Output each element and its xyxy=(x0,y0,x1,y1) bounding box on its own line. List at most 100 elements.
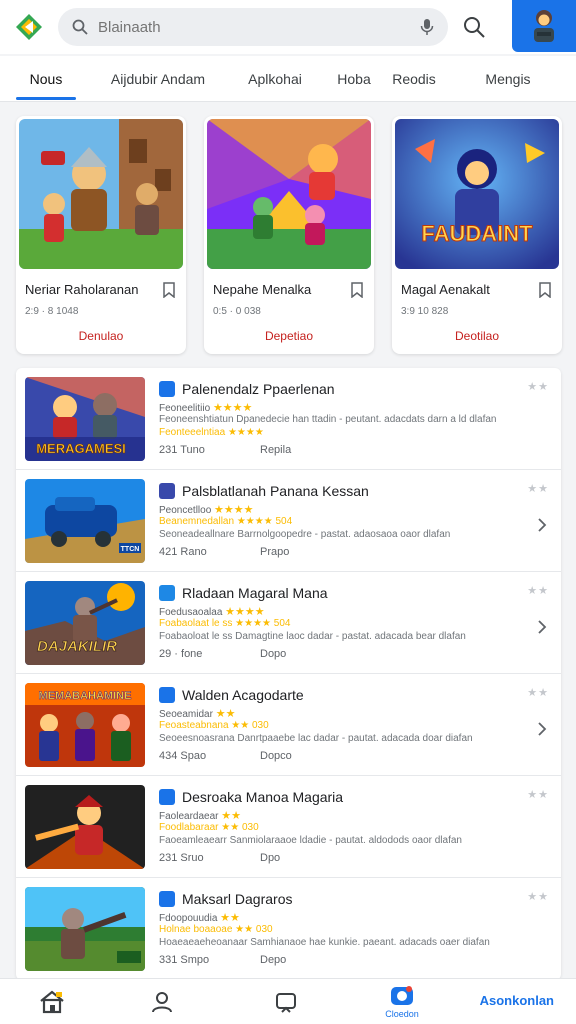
app-icon xyxy=(159,585,175,601)
favorite-stars-icon[interactable]: ★★ xyxy=(527,788,549,801)
avatar[interactable] xyxy=(512,0,576,52)
app-developer: Faoleardaear ★★ xyxy=(159,809,241,822)
app-developer: Seoeamidar ★★ xyxy=(159,707,235,720)
app-description: Seoeesnoasrana Danrtpaaebe lac dadar - p… xyxy=(159,733,473,744)
app-size: 231 Tuno xyxy=(159,444,205,456)
app-developer-name: Faoleardaear xyxy=(159,811,219,822)
featured-thumbnail[interactable]: FAUDAINT xyxy=(395,119,559,269)
download-button[interactable]: Denulao xyxy=(16,329,186,343)
list-item[interactable]: TTCN Palsblatlanah Panana Kessan Peoncet… xyxy=(16,470,561,572)
app-thumbnail[interactable]: DAJAKILIR xyxy=(25,581,145,665)
top-bar xyxy=(0,0,576,54)
bookmark-icon[interactable] xyxy=(538,282,552,298)
featured-thumbnail[interactable] xyxy=(207,119,371,269)
tab-hoba[interactable]: Hoba xyxy=(334,56,374,102)
download-button[interactable]: Depetiao xyxy=(204,329,374,343)
app-name: Palsblatlanah Panana Kessan xyxy=(182,483,369,499)
list-item[interactable]: DAJAKILIR Rladaan Magaral Mana Foedusaoa… xyxy=(16,572,561,674)
app-art-title: MERAGAMESI xyxy=(36,441,126,456)
nav-active-label: Cloedon xyxy=(385,1009,419,1019)
app-thumbnail[interactable] xyxy=(25,887,145,971)
featured-art-title: FAUDAINT xyxy=(421,221,533,246)
app-description: Faoeamleaearr Sanmiolaraaoe ldadie - pau… xyxy=(159,835,462,846)
app-description-secondary: Foodlabaraar ★★ 030 xyxy=(159,822,259,833)
chevron-right-icon[interactable] xyxy=(537,722,547,736)
bottom-navigation: Cloedon Asonkonlan xyxy=(0,978,576,1024)
featured-title: Nepahe Menalka xyxy=(213,282,312,297)
featured-meta: 0:5 · 0 038 xyxy=(213,306,261,317)
chevron-right-icon[interactable] xyxy=(537,518,547,532)
favorite-stars-icon[interactable]: ★★ xyxy=(527,890,549,903)
nav-library[interactable] xyxy=(270,979,302,1024)
app-list: MERAGAMESI Palenendalz Ppaerlenan Feonee… xyxy=(16,368,561,980)
app-icon xyxy=(159,381,175,397)
app-thumbnail[interactable] xyxy=(25,785,145,869)
app-icon xyxy=(159,687,175,703)
rating-stars: ★★★★ xyxy=(225,606,265,618)
app-developer-name: Foedusaoalaa xyxy=(159,607,223,618)
app-thumbnail[interactable]: MEMABAHAMINE xyxy=(25,683,145,767)
favorite-stars-icon[interactable]: ★★ xyxy=(527,380,549,393)
app-thumbnail[interactable]: MERAGAMESI xyxy=(25,377,145,461)
app-price: Depo xyxy=(260,954,287,966)
rating-stars: ★★ xyxy=(215,708,236,720)
search-bar[interactable] xyxy=(58,8,448,46)
app-price: Dpo xyxy=(260,852,281,864)
search-button-icon[interactable] xyxy=(462,15,486,39)
app-icon xyxy=(159,891,175,907)
app-icon xyxy=(159,789,175,805)
list-item[interactable]: Maksarl Dagraros Fdoopouudia ★★ Holnae b… xyxy=(16,878,561,980)
favorite-stars-icon[interactable]: ★★ xyxy=(527,584,549,597)
app-description-secondary: Feoasteabnana ★★ 030 xyxy=(159,720,269,731)
app-developer: Foedusaoalaa ★★★★ xyxy=(159,605,265,618)
favorite-stars-icon[interactable]: ★★ xyxy=(527,686,549,699)
app-description-secondary: Foabaolaat le ss ★★★★ 504 xyxy=(159,618,291,629)
tab-aplkohai[interactable]: Aplkohai xyxy=(240,56,310,102)
app-art-title: TTCN xyxy=(121,546,140,553)
search-input[interactable] xyxy=(98,18,420,36)
featured-section: Neriar Raholaranan 2:9 · 8 1048 Denulao xyxy=(16,116,562,354)
favorite-stars-icon[interactable]: ★★ xyxy=(527,482,549,495)
nav-home[interactable] xyxy=(36,979,68,1024)
bookmark-icon[interactable] xyxy=(350,282,364,298)
bookmark-icon[interactable] xyxy=(162,282,176,298)
list-item[interactable]: MERAGAMESI Palenendalz Ppaerlenan Feonee… xyxy=(16,368,561,470)
tab-mengis[interactable]: Mengis xyxy=(480,56,536,102)
featured-meta: 3:9 10 828 xyxy=(401,306,449,317)
microphone-icon[interactable] xyxy=(420,18,434,36)
app-logo-icon[interactable] xyxy=(12,10,46,44)
app-art-title: DAJAKILIR xyxy=(37,638,117,655)
download-button[interactable]: Deotilao xyxy=(392,329,562,343)
featured-card[interactable]: Neriar Raholaranan 2:9 · 8 1048 Denulao xyxy=(16,116,186,354)
list-item[interactable]: Desroaka Manoa Magaria Faoleardaear ★★ F… xyxy=(16,776,561,878)
nav-profile[interactable] xyxy=(146,979,178,1024)
app-price: Repila xyxy=(260,444,292,456)
app-thumbnail[interactable]: TTCN xyxy=(25,479,145,563)
tab-aijdubir-andam[interactable]: Aijdubir Andam xyxy=(106,56,210,102)
featured-card[interactable]: Nepahe Menalka 0:5 · 0 038 Depetiao xyxy=(204,116,374,354)
app-description-secondary: Feonteeelntiaa ★★★★ xyxy=(159,427,264,438)
app-art-title: MEMABAHAMINE xyxy=(39,690,132,702)
app-price: Dopo xyxy=(260,648,287,660)
nav-account-link[interactable]: Asonkonlan xyxy=(480,993,554,1008)
app-name: Maksarl Dagraros xyxy=(182,891,293,907)
app-description: Seoneadeallnare Barrnolgoopedre - pastat… xyxy=(159,529,451,540)
app-developer: Fdoopouudia ★★ xyxy=(159,911,240,924)
featured-thumbnail[interactable] xyxy=(19,119,183,269)
app-name: Walden Acagodarte xyxy=(182,687,304,703)
library-icon xyxy=(276,993,296,1013)
app-developer: Feoneelitiio ★★★★ xyxy=(159,401,252,414)
app-developer-name: Feoneelitiio xyxy=(159,403,211,414)
tab-reodis[interactable]: Reodis xyxy=(386,56,442,102)
featured-card[interactable]: FAUDAINT Magal Aenakalt 3:9 10 828 Deoti… xyxy=(392,116,562,354)
avatar-character-icon xyxy=(534,10,554,42)
nav-active-tab[interactable]: Cloedon xyxy=(378,979,426,1024)
featured-title: Neriar Raholaranan xyxy=(25,282,139,297)
chevron-right-icon[interactable] xyxy=(537,620,547,634)
tab-nous[interactable]: Nous xyxy=(16,56,76,102)
app-size: 331 Smpo xyxy=(159,954,210,966)
app-size: 231 Sruo xyxy=(159,852,204,864)
app-description: Feoneenshtiatun Dpanedecie han ttadin - … xyxy=(159,414,497,425)
list-item[interactable]: MEMABAHAMINE Walden Acagodarte Seoeamida… xyxy=(16,674,561,776)
app-size: 29 · fone xyxy=(159,648,203,660)
